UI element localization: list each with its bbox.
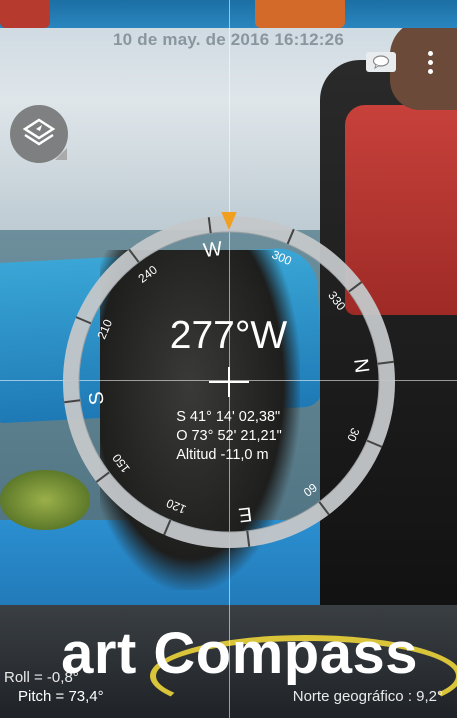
cardinal-label: W	[202, 238, 224, 262]
pitch-readout: Pitch = 73,4°	[18, 688, 104, 705]
compass-dial: WNES3003303060120150210240	[63, 212, 395, 548]
overflow-menu-icon[interactable]	[420, 48, 440, 76]
heading-readout: 277°W	[169, 314, 288, 357]
degree-label: 30	[344, 426, 362, 444]
degree-label: 240	[136, 262, 161, 285]
speech-bubble-icon[interactable]	[366, 52, 396, 72]
cardinal-label: S	[85, 390, 108, 406]
degree-label: 330	[325, 289, 348, 314]
cardinal-label: E	[237, 502, 253, 525]
latitude: S 41° 14' 02,38"	[176, 409, 281, 425]
longitude: O 73° 52' 21,21"	[176, 428, 282, 444]
degree-label: 150	[109, 451, 132, 476]
true-north-readout: Norte geográfico : 9,2°	[292, 688, 443, 705]
coordinates-block: S 41° 14' 02,38" O 73° 52' 21,21" Altitu…	[176, 408, 282, 465]
degree-label: 300	[270, 247, 294, 268]
degree-label: 120	[164, 496, 188, 517]
roll-readout: Roll = -0,8°	[4, 669, 79, 686]
cardinal-label: N	[349, 357, 373, 374]
altitude: Altitud -11,0 m	[176, 447, 269, 463]
corner-triangle-icon	[55, 148, 67, 160]
degree-label: 60	[300, 480, 319, 499]
